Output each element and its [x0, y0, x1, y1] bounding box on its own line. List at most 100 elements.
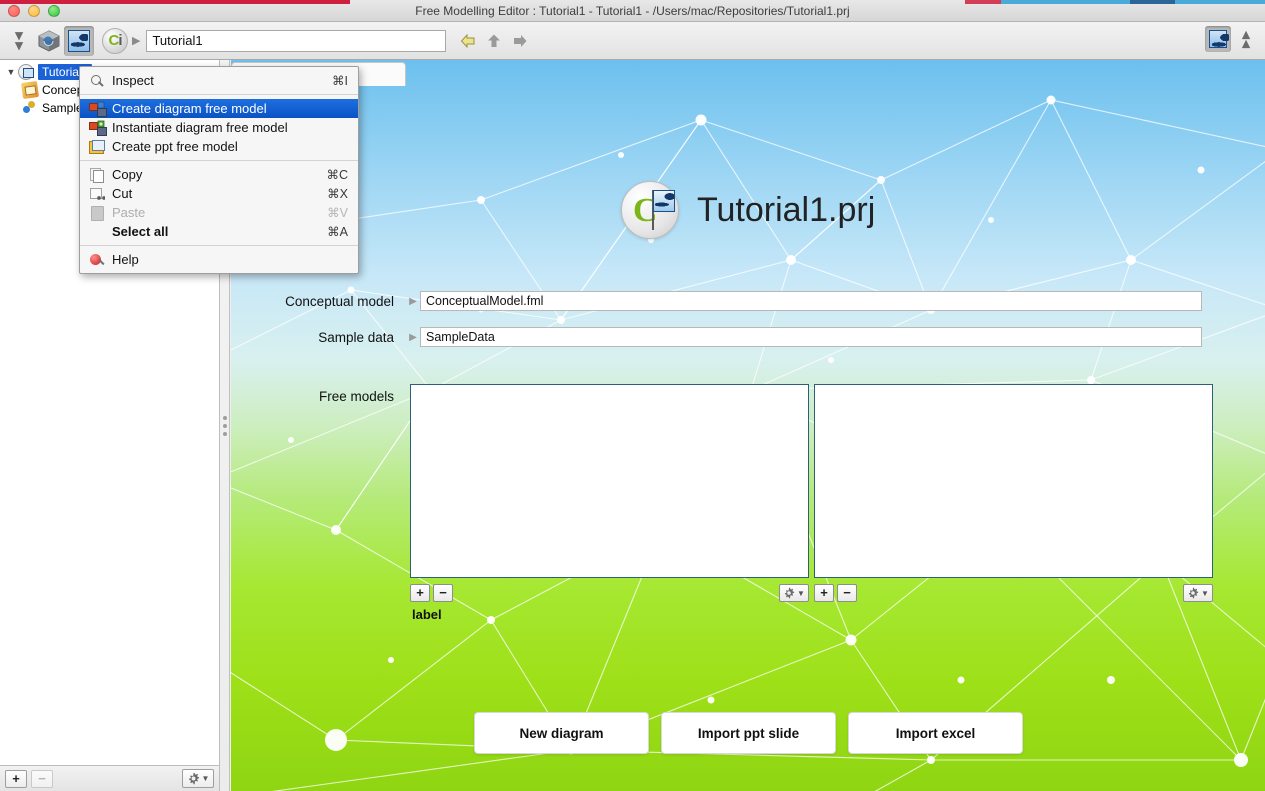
menu-item-create-diagram-free-model[interactable]: Create diagram free model	[80, 99, 358, 118]
chevron-down-icon[interactable]: ▼	[4, 67, 18, 77]
gear-icon	[188, 772, 199, 785]
ci-logo-icon[interactable]: Ci	[100, 26, 130, 56]
menu-item-shortcut: ⌘C	[326, 168, 348, 182]
perspective-icon[interactable]	[1205, 26, 1231, 52]
no-icon-spacer	[88, 224, 106, 240]
free-models-label: Free models	[318, 389, 394, 404]
ci-project-logo: C	[621, 181, 679, 239]
menu-item-copy[interactable]: Copy ⌘C	[80, 165, 358, 184]
free-models-sublabel: label	[412, 607, 442, 622]
cube-icon[interactable]	[34, 26, 64, 56]
menu-item-instantiate-diagram-free-model[interactable]: Instantiate diagram free model	[80, 118, 358, 137]
free-models-left-list[interactable]	[410, 384, 809, 578]
sail-glyph	[68, 29, 90, 52]
menu-item-label: Instantiate diagram free model	[112, 120, 288, 135]
toolbar-right-group: ▴ ▴	[1205, 26, 1257, 52]
diagram-instantiate-icon	[88, 120, 107, 136]
free-models-left-toolbar: + − ▼	[410, 583, 809, 603]
chevron-down-icon: ▼	[201, 774, 210, 783]
remove-free-model-button-left[interactable]: −	[433, 584, 453, 602]
sample-data-icon	[22, 100, 38, 116]
navigation-arrows	[460, 33, 528, 49]
menu-item-select-all[interactable]: Select all ⌘A	[80, 222, 358, 241]
project-banner: C Tutorial1.prj	[621, 181, 875, 239]
project-form: C Tutorial1.prj Conceptual model ▶ Sampl…	[231, 86, 1265, 791]
chevron-down-icon: ▼	[1201, 588, 1209, 598]
sail-boat-icon[interactable]	[64, 25, 94, 56]
ci-letter-c: C	[108, 32, 119, 49]
new-diagram-button[interactable]: New diagram	[474, 712, 649, 754]
field-row-conceptual-model: Conceptual model ▶	[231, 291, 1216, 311]
menu-item-shortcut: ⌘V	[327, 206, 348, 220]
up-arrow-icon[interactable]	[486, 33, 502, 49]
ppt-icon	[88, 139, 106, 155]
menu-item-label: Create diagram free model	[112, 101, 267, 116]
cube-glyph	[38, 29, 60, 52]
double-chevron-up-icon[interactable]: ▴ ▴	[1235, 26, 1257, 52]
logo-flag-icon	[653, 190, 675, 212]
window-titlebar: Free Modelling Editor : Tutorial1 - Tuto…	[0, 0, 1265, 22]
main-content-area: Tutorial1 C Tutorial1.prj Conceptual mod…	[231, 60, 1265, 791]
breadcrumb-disclosure-icon[interactable]: ▶	[132, 34, 140, 47]
free-models-label-row: Free models	[231, 389, 406, 404]
cut-icon	[88, 186, 106, 202]
menu-separator	[80, 160, 358, 161]
remove-node-button: −	[31, 769, 53, 788]
menu-item-label: Create ppt free model	[112, 139, 238, 154]
menu-item-label: Select all	[112, 224, 169, 239]
menu-separator	[80, 94, 358, 95]
tree-settings-button[interactable]: ▼	[182, 769, 214, 788]
context-menu[interactable]: Inspect ⌘I Create diagram free model Ins…	[79, 66, 359, 274]
magnifier-icon	[88, 73, 106, 89]
menu-item-label: Cut	[112, 186, 133, 201]
add-free-model-button-right[interactable]: +	[814, 584, 834, 602]
help-icon	[88, 252, 106, 268]
perspective-glyph	[1209, 30, 1229, 48]
add-free-model-button-left[interactable]: +	[410, 584, 430, 602]
app-window: Free Modelling Editor : Tutorial1 - Tuto…	[0, 0, 1265, 791]
conceptual-model-disclosure-icon[interactable]: ▶	[406, 296, 420, 307]
main-toolbar: ▾ ▾ Ci ▶ Tutorial1 ▴ ▴	[0, 22, 1265, 60]
back-arrow-icon[interactable]	[460, 33, 476, 49]
plus-badge-icon	[97, 120, 105, 127]
menu-item-cut[interactable]: Cut ⌘X	[80, 184, 358, 203]
menu-item-shortcut: ⌘I	[332, 74, 348, 88]
sample-data-disclosure-icon[interactable]: ▶	[406, 332, 420, 343]
menu-separator	[80, 245, 358, 246]
menu-item-shortcut: ⌘A	[327, 225, 348, 239]
menu-item-help[interactable]: Help	[80, 250, 358, 269]
menu-item-paste: Paste ⌘V	[80, 203, 358, 222]
double-chevron-down-icon[interactable]: ▾ ▾	[4, 26, 34, 56]
free-models-settings-right[interactable]: ▼	[1183, 584, 1213, 602]
breadcrumb-path-input[interactable]	[146, 29, 447, 52]
ci-badge-glyph: Ci	[102, 27, 128, 54]
conceptual-model-input[interactable]	[420, 291, 1202, 311]
import-ppt-slide-button[interactable]: Import ppt slide	[661, 712, 836, 754]
diagram-add-icon	[88, 101, 107, 117]
sample-data-label: Sample data	[318, 329, 394, 345]
import-excel-button[interactable]: Import excel	[848, 712, 1023, 754]
chevron-down-icon: ▼	[797, 588, 805, 598]
remove-free-model-button-right[interactable]: −	[837, 584, 857, 602]
add-node-button[interactable]: +	[5, 769, 27, 788]
chevron-up-glyph: ▴ ▴	[1242, 26, 1250, 52]
fml-model-icon	[20, 80, 40, 100]
menu-item-label: Help	[112, 252, 139, 267]
gear-icon	[784, 587, 795, 599]
forward-arrow-icon[interactable]	[512, 33, 528, 49]
gear-icon	[1188, 587, 1199, 599]
paste-icon	[88, 205, 106, 221]
menu-item-create-ppt-free-model[interactable]: Create ppt free model	[80, 137, 358, 156]
free-models-settings-left[interactable]: ▼	[779, 584, 809, 602]
conceptual-model-label: Conceptual model	[285, 293, 394, 309]
free-models-right-list[interactable]	[814, 384, 1213, 578]
project-icon	[18, 64, 34, 80]
tree-bottom-toolbar: + − ▼	[0, 765, 220, 791]
sample-data-input[interactable]	[420, 327, 1202, 347]
menu-item-label: Paste	[112, 205, 146, 220]
project-banner-title: Tutorial1.prj	[697, 190, 876, 229]
action-buttons-row: New diagram Import ppt slide Import exce…	[474, 712, 1023, 754]
free-models-right-toolbar: + − ▼	[814, 583, 1213, 603]
menu-item-label: Copy	[112, 167, 143, 182]
menu-item-inspect[interactable]: Inspect ⌘I	[80, 71, 358, 90]
